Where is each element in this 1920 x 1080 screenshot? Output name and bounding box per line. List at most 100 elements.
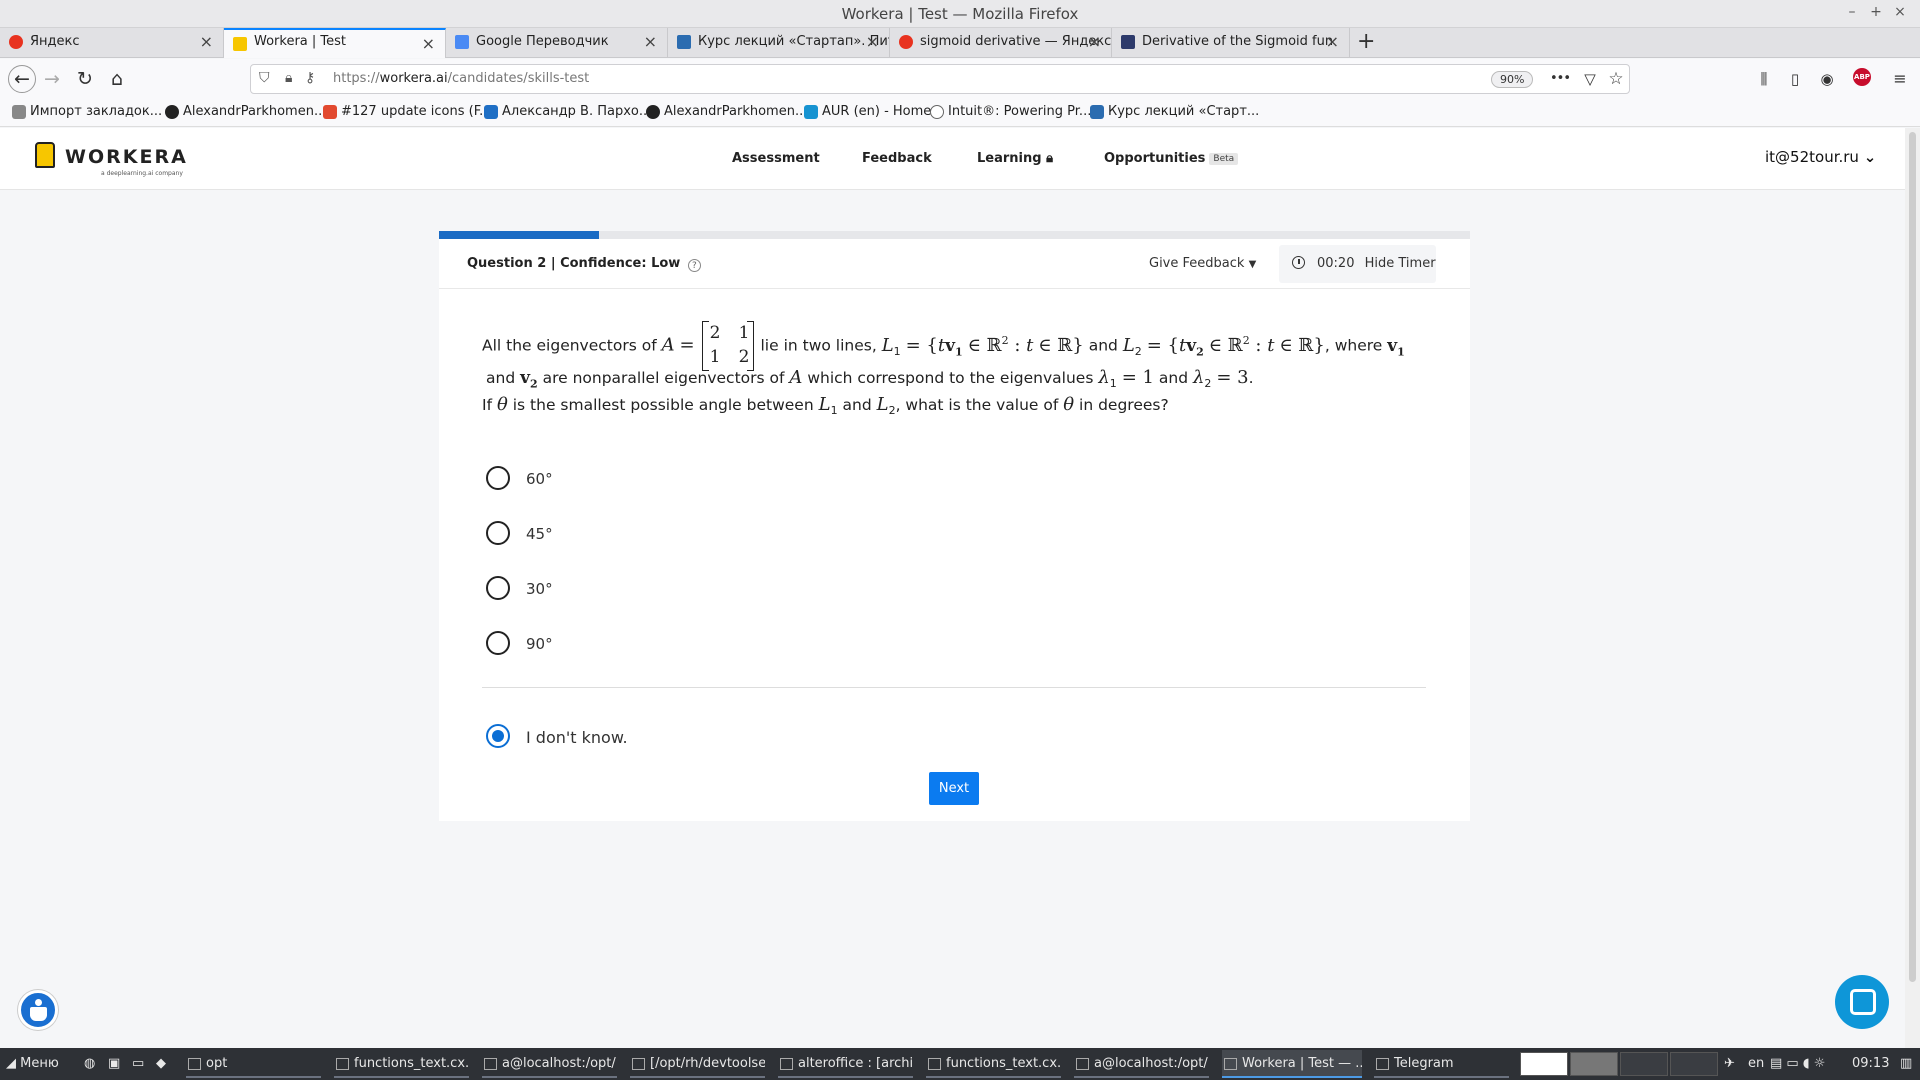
vscode-icon bbox=[928, 1058, 941, 1070]
workspace-2[interactable] bbox=[1570, 1052, 1618, 1076]
app-launcher-icon[interactable]: ◆ bbox=[156, 1056, 166, 1071]
bookmark-gitlab[interactable]: #127 update icons (F... bbox=[323, 104, 492, 119]
workspace-4[interactable] bbox=[1670, 1052, 1718, 1076]
bookmark-course[interactable]: Курс лекций «Старт... bbox=[1090, 104, 1259, 119]
nav-learning[interactable]: Learning 🔒︎ bbox=[977, 151, 1053, 166]
taskbar-window-label: functions_text.cx... bbox=[946, 1056, 1061, 1071]
taskbar-window[interactable]: functions_text.cx... bbox=[334, 1050, 469, 1078]
adblock-icon[interactable]: ABP bbox=[1853, 68, 1871, 86]
close-window-button[interactable]: × bbox=[1892, 4, 1908, 20]
key-icon[interactable]: ⚷ bbox=[305, 70, 315, 86]
logo-subtitle: a deeplearning.ai company bbox=[101, 170, 183, 177]
account-icon[interactable]: ◉ bbox=[1815, 67, 1839, 91]
bookmark-import[interactable]: Импорт закладок... bbox=[12, 104, 162, 119]
pocket-icon[interactable]: ▽ bbox=[1578, 67, 1602, 91]
bookmark-github-1[interactable]: AlexandrParkhomen... bbox=[165, 104, 326, 119]
taskbar-window-label: Telegram bbox=[1394, 1056, 1454, 1071]
workspace-3[interactable] bbox=[1620, 1052, 1668, 1076]
dont-know-option[interactable]: I don't know. bbox=[486, 724, 1186, 750]
radio-button[interactable] bbox=[486, 631, 510, 655]
accessibility-icon[interactable] bbox=[18, 990, 58, 1030]
tab-sigmoid-search[interactable]: sigmoid derivative — Яндекс × bbox=[890, 28, 1112, 58]
taskbar-window[interactable]: functions_text.cx... bbox=[926, 1050, 1061, 1078]
forward-button[interactable]: → bbox=[40, 67, 64, 91]
maximize-button[interactable]: + bbox=[1868, 4, 1884, 20]
files-launcher-icon[interactable]: ▭ bbox=[132, 1056, 144, 1071]
question-line-1: All the eigenvectors of A = 2 1 1 2 lie … bbox=[482, 321, 1405, 371]
sidebar-icon[interactable]: ▯ bbox=[1783, 67, 1807, 91]
scrollbar-thumb[interactable] bbox=[1909, 132, 1916, 982]
radio-button-selected[interactable] bbox=[486, 724, 510, 748]
answer-option[interactable]: 60° bbox=[486, 466, 1186, 492]
nav-opportunities[interactable]: Opportunities Beta bbox=[1104, 151, 1239, 166]
start-menu[interactable]: ◢ Меню bbox=[6, 1056, 59, 1071]
tab-startup-course[interactable]: Курс лекций «Стартап». Пит × bbox=[668, 28, 890, 58]
new-tab-button[interactable]: + bbox=[1357, 28, 1375, 56]
close-icon[interactable]: × bbox=[422, 34, 435, 53]
nav-feedback[interactable]: Feedback bbox=[862, 151, 932, 166]
radio-button[interactable] bbox=[486, 466, 510, 490]
page-actions-button[interactable]: ••• bbox=[1548, 67, 1572, 91]
math-v2: v2 bbox=[520, 368, 538, 391]
help-icon[interactable]: ? bbox=[687, 259, 701, 272]
tab-yandex[interactable]: Яндекс × bbox=[0, 28, 224, 58]
hide-timer-button[interactable]: Hide Timer bbox=[1365, 256, 1436, 271]
keyboard-layout[interactable]: en bbox=[1748, 1056, 1764, 1071]
taskbar-window[interactable]: a@localhost:/opt/... bbox=[482, 1050, 617, 1078]
question-text: lie in two lines, bbox=[760, 336, 877, 355]
library-icon[interactable]: ⫼ bbox=[1752, 67, 1776, 91]
math-lambda2: λ2 = 3. bbox=[1193, 367, 1254, 391]
taskbar-window-label: a@localhost:/opt/... bbox=[502, 1056, 617, 1071]
question-text: and bbox=[1158, 369, 1189, 387]
close-icon[interactable]: × bbox=[1326, 32, 1339, 51]
math-L2: L2 bbox=[876, 394, 896, 418]
bookmark-intuit[interactable]: Intuit®: Powering Pr... bbox=[930, 104, 1091, 119]
back-button[interactable]: ← bbox=[8, 65, 36, 93]
nav-learning-label: Learning bbox=[977, 151, 1042, 166]
question-text: , where bbox=[1324, 336, 1383, 355]
page-scrollbar[interactable] bbox=[1905, 128, 1920, 1048]
answer-option[interactable]: 30° bbox=[486, 576, 1186, 602]
tab-google-translate[interactable]: Google Переводчик × bbox=[446, 28, 668, 58]
lock-icon[interactable]: 🔒︎ bbox=[285, 70, 292, 86]
shield-icon[interactable]: ⛉ bbox=[259, 70, 270, 86]
close-icon[interactable]: × bbox=[866, 32, 879, 51]
zoom-level[interactable]: 90% bbox=[1491, 71, 1534, 88]
bookmark-star-icon[interactable]: ☆ bbox=[1604, 67, 1628, 91]
firefox-launcher-icon[interactable]: ◍ bbox=[84, 1056, 95, 1071]
taskbar-window-active[interactable]: Workera | Test — ... bbox=[1222, 1050, 1362, 1078]
home-button[interactable]: ⌂ bbox=[105, 67, 129, 91]
chat-widget-icon[interactable] bbox=[1835, 975, 1889, 1029]
taskbar-window[interactable]: Telegram bbox=[1374, 1050, 1509, 1078]
telegram-tray-icon[interactable]: ✈ bbox=[1724, 1056, 1735, 1071]
answer-option[interactable]: 90° bbox=[486, 631, 1186, 657]
close-icon[interactable]: × bbox=[644, 32, 657, 51]
close-icon[interactable]: × bbox=[200, 32, 213, 51]
radio-button[interactable] bbox=[486, 521, 510, 545]
user-menu[interactable]: it@52tour.ru ⌄ bbox=[1765, 148, 1876, 166]
reload-button[interactable]: ↻ bbox=[73, 67, 97, 91]
hamburger-menu-icon[interactable]: ≡ bbox=[1888, 67, 1912, 91]
clock[interactable]: 09:13 bbox=[1852, 1056, 1889, 1071]
workspace-1[interactable] bbox=[1520, 1052, 1568, 1076]
taskbar-window[interactable]: alteroffice : [archi... bbox=[778, 1050, 913, 1078]
radio-button[interactable] bbox=[486, 576, 510, 600]
answer-option[interactable]: 45° bbox=[486, 521, 1186, 547]
taskbar-window[interactable]: a@localhost:/opt/... bbox=[1074, 1050, 1209, 1078]
taskbar-window[interactable]: [/opt/rh/devtoolse... bbox=[630, 1050, 765, 1078]
url-bar[interactable]: ⛉ 🔒︎ ⚷ https://workera.ai/candidates/ski… bbox=[250, 64, 1630, 94]
bookmark-github-2[interactable]: AlexandrParkhomen... bbox=[646, 104, 807, 119]
terminal-launcher-icon[interactable]: ▣ bbox=[108, 1056, 120, 1071]
bookmark-outlook[interactable]: Александр В. Пархо... bbox=[484, 104, 651, 119]
tab-workera[interactable]: Workera | Test × bbox=[224, 28, 446, 58]
tray-icons[interactable]: ▤ ▭ ◖ ☼ bbox=[1770, 1056, 1825, 1071]
give-feedback-dropdown[interactable]: Give Feedback ▼ bbox=[1149, 256, 1256, 271]
show-desktop-icon[interactable]: ▥ bbox=[1900, 1056, 1912, 1071]
minimize-button[interactable]: – bbox=[1844, 4, 1860, 20]
taskbar-window[interactable]: opt bbox=[186, 1050, 321, 1078]
nav-assessment[interactable]: Assessment bbox=[732, 151, 820, 166]
bookmark-aur[interactable]: AUR (en) - Home bbox=[804, 104, 931, 119]
close-icon[interactable]: × bbox=[1088, 32, 1101, 51]
next-button[interactable]: Next bbox=[929, 772, 979, 805]
tab-sigmoid-derivative[interactable]: Derivative of the Sigmoid fun × bbox=[1112, 28, 1350, 58]
